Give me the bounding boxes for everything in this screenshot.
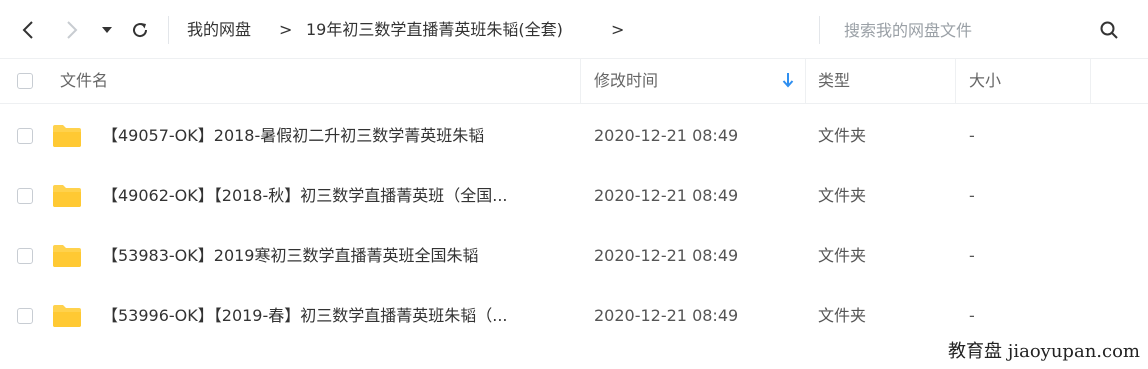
column-divider[interactable] <box>805 59 806 103</box>
folder-icon <box>53 185 81 207</box>
modified-time: 2020-12-21 08:49 <box>594 186 739 205</box>
column-divider[interactable] <box>955 59 956 103</box>
column-divider[interactable] <box>580 59 581 103</box>
modified-time: 2020-12-21 08:49 <box>594 246 739 265</box>
row-checkbox[interactable] <box>17 248 33 264</box>
breadcrumb-separator: > <box>279 20 293 39</box>
folder-icon <box>53 245 81 267</box>
search-icon <box>1100 21 1118 39</box>
file-size: - <box>969 306 975 325</box>
file-size: - <box>969 126 975 145</box>
forward-button[interactable] <box>58 16 86 44</box>
file-size: - <box>969 246 975 265</box>
column-header-name[interactable]: 文件名 <box>60 70 108 92</box>
search-divider <box>819 16 820 44</box>
file-name[interactable]: 【49057-OK】2018-暑假初二升初三数学菁英班朱韬 <box>102 125 484 147</box>
caret-down-icon <box>102 27 112 33</box>
history-dropdown-button[interactable] <box>96 16 118 44</box>
chevron-left-icon <box>22 21 33 39</box>
file-type: 文件夹 <box>818 126 867 145</box>
column-divider[interactable] <box>1090 59 1091 103</box>
refresh-icon <box>133 23 148 38</box>
toolbar-divider <box>168 16 169 44</box>
chevron-right-icon <box>67 21 78 39</box>
table-row[interactable]: 【49062-OK】【2018-秋】初三数学直播菁英班（全国... 2020-1… <box>0 166 1148 226</box>
file-name[interactable]: 【53983-OK】2019寒初三数学直播菁英班全国朱韬 <box>102 245 478 267</box>
folder-icon <box>53 125 81 147</box>
select-all-checkbox[interactable] <box>17 73 33 89</box>
modified-time: 2020-12-21 08:49 <box>594 126 739 145</box>
breadcrumb-root[interactable]: 我的网盘 <box>187 19 251 41</box>
column-header-type[interactable]: 类型 <box>818 70 850 92</box>
breadcrumb-separator-end[interactable]: > <box>611 19 624 41</box>
table-row[interactable]: 【49057-OK】2018-暑假初二升初三数学菁英班朱韬 2020-12-21… <box>0 106 1148 166</box>
file-size: - <box>969 186 975 205</box>
refresh-button[interactable] <box>126 16 154 44</box>
file-type: 文件夹 <box>818 186 867 205</box>
column-header-size[interactable]: 大小 <box>969 70 1001 92</box>
file-name[interactable]: 【49062-OK】【2018-秋】初三数学直播菁英班（全国... <box>102 185 508 207</box>
modified-time: 2020-12-21 08:49 <box>594 306 739 325</box>
row-checkbox[interactable] <box>17 188 33 204</box>
file-name[interactable]: 【53996-OK】【2019-春】初三数学直播菁英班朱韬（... <box>102 305 508 327</box>
table-row[interactable]: 【53983-OK】2019寒初三数学直播菁英班全国朱韬 2020-12-21 … <box>0 226 1148 286</box>
file-type: 文件夹 <box>818 246 867 265</box>
search-button[interactable] <box>1094 16 1124 44</box>
back-button[interactable] <box>14 16 42 44</box>
toolbar: 我的网盘 > 19年初三数学直播菁英班朱韬(全套) > <box>0 0 1148 58</box>
row-checkbox[interactable] <box>17 128 33 144</box>
sort-down-arrow-icon[interactable] <box>782 72 794 88</box>
table-header: 文件名 修改时间 类型 大小 <box>0 58 1148 104</box>
file-type: 文件夹 <box>818 306 867 325</box>
folder-icon <box>53 305 81 327</box>
breadcrumb-current-folder[interactable]: 19年初三数学直播菁英班朱韬(全套) <box>306 19 563 41</box>
row-checkbox[interactable] <box>17 308 33 324</box>
watermark: 教育盘 jiaoyupan.com <box>948 341 1140 362</box>
search-input[interactable] <box>834 16 1094 44</box>
column-header-modified[interactable]: 修改时间 <box>594 70 658 92</box>
